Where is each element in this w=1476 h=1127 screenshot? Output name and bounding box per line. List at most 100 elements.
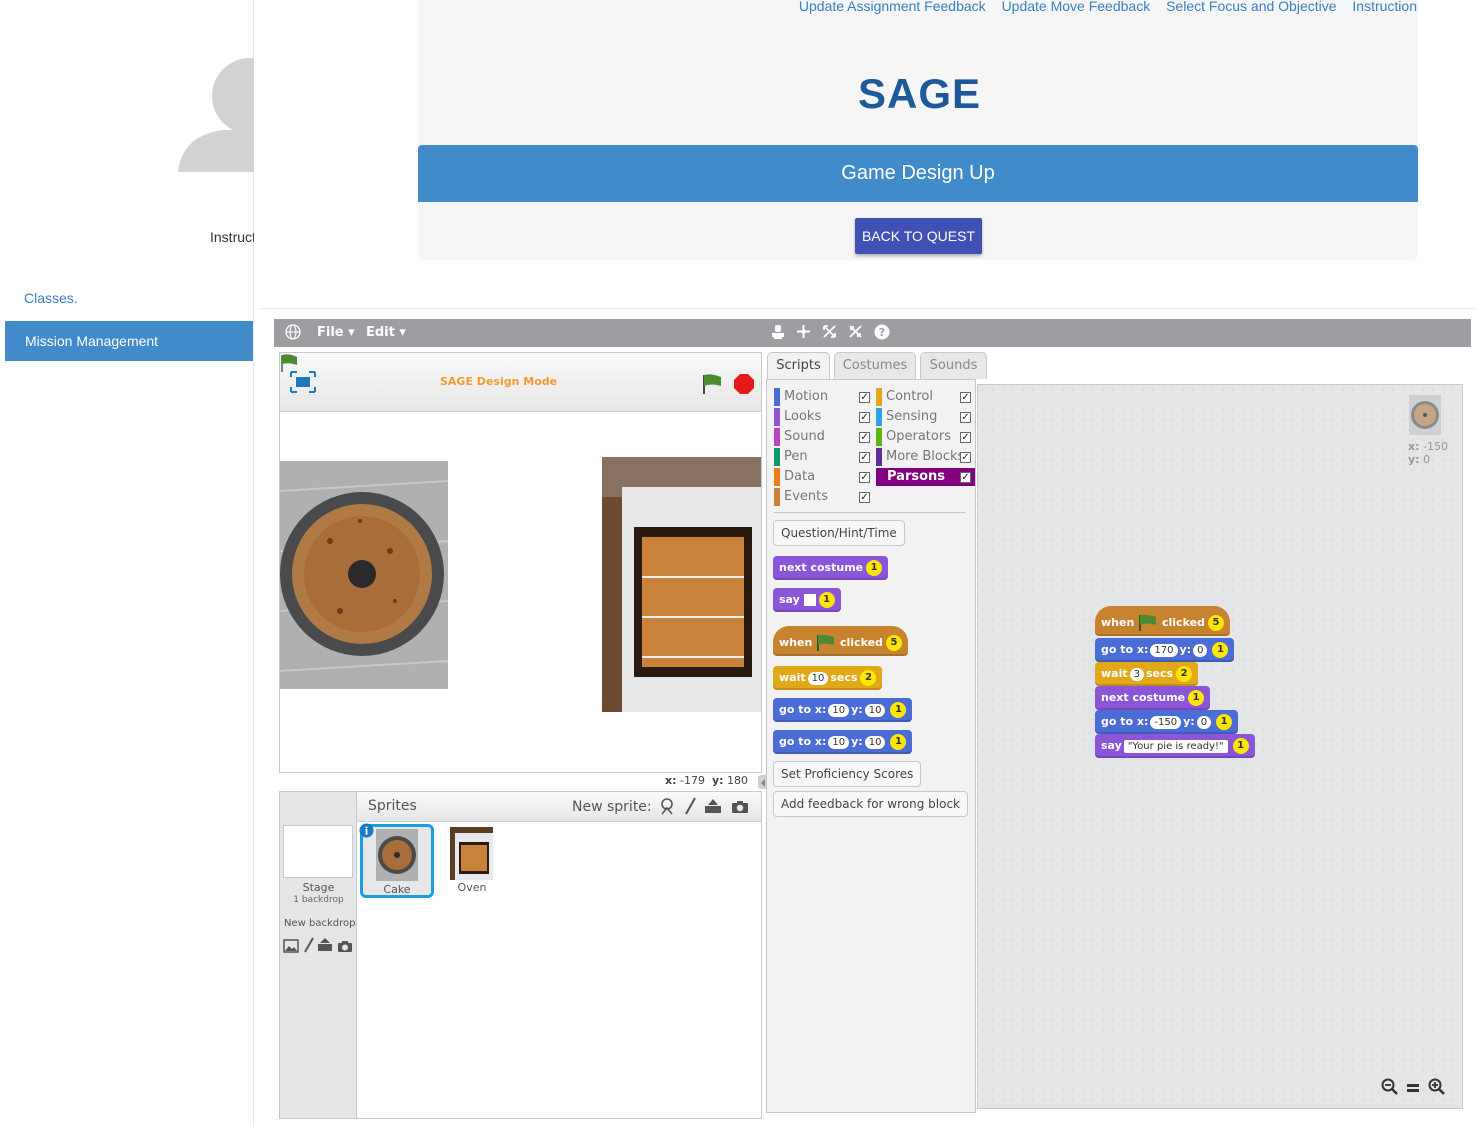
stage-label: Stage: [302, 881, 335, 894]
select-focus-link[interactable]: Select Focus and Objective: [1166, 0, 1336, 14]
category-parsons-label: Parsons: [887, 469, 946, 484]
camera-sprite-icon[interactable]: [731, 799, 749, 818]
paint-sprite-icon[interactable]: [684, 797, 696, 819]
wait-input[interactable]: 3: [1129, 668, 1144, 681]
palette-block-next-costume[interactable]: next costume 1: [773, 556, 889, 580]
sound-checkbox[interactable]: ✓: [859, 432, 870, 443]
grow-icon[interactable]: [822, 324, 837, 343]
category-more-blocks[interactable]: More Blocks: [876, 448, 964, 466]
duplicate-icon[interactable]: [771, 324, 785, 344]
green-flag-icon[interactable]: [701, 373, 723, 399]
control-checkbox[interactable]: ✓: [960, 392, 971, 403]
category-operators[interactable]: Operators: [876, 428, 951, 446]
back-to-quest-button[interactable]: BACK TO QUEST: [855, 218, 982, 254]
update-move-feedback-link[interactable]: Update Move Feedback: [1002, 0, 1151, 14]
looks-checkbox[interactable]: ✓: [859, 412, 870, 423]
top-links: Update Assignment Feedback Update Move F…: [787, 0, 1417, 14]
tab-costumes[interactable]: Costumes: [834, 352, 916, 379]
cake-sprite-stage[interactable]: [279, 461, 449, 689]
palette-block-goto-2[interactable]: go to x: 10 y: 10 1: [773, 730, 913, 754]
y-input[interactable]: 10: [864, 736, 886, 749]
palette-block-when-flag-clicked[interactable]: when clicked 5: [773, 626, 908, 656]
wait-input[interactable]: 10: [807, 672, 829, 685]
zoom-in-icon[interactable]: [1428, 1078, 1446, 1100]
x-input[interactable]: 10: [828, 704, 850, 717]
y-input[interactable]: 0: [1193, 644, 1208, 657]
script-block-say[interactable]: say "Your pie is ready!" 1: [1095, 734, 1255, 758]
data-checkbox[interactable]: ✓: [859, 472, 870, 483]
question-hint-time-button[interactable]: Question/Hint/Time: [773, 520, 905, 546]
svg-text:?: ?: [879, 326, 885, 339]
stop-sign-icon[interactable]: [733, 373, 755, 399]
y-label: y:: [711, 774, 724, 787]
editor-menubar: File ▾ Edit ▾ ?: [274, 319, 1471, 347]
backdrop-library-icon[interactable]: [283, 938, 299, 957]
block-label: wait: [779, 671, 806, 684]
add-feedback-button[interactable]: Add feedback for wrong block: [773, 791, 969, 817]
palette-block-goto-1[interactable]: go to x: 10 y: 10 1: [773, 698, 913, 722]
zoom-out-icon[interactable]: [1381, 1078, 1399, 1100]
sprite-library-icon[interactable]: [659, 797, 675, 819]
sprites-header: Sprites New sprite:: [357, 792, 761, 822]
more-blocks-checkbox[interactable]: ✓: [960, 452, 971, 463]
file-menu[interactable]: File ▾: [317, 325, 355, 340]
category-motion[interactable]: Motion: [774, 388, 828, 406]
cut-icon[interactable]: [796, 324, 811, 343]
script-block-goto-2[interactable]: go to x: -150 y: 0 1: [1095, 710, 1239, 734]
set-proficiency-scores-button[interactable]: Set Proficiency Scores: [773, 761, 922, 787]
y-input[interactable]: 0: [1196, 716, 1212, 729]
help-icon[interactable]: ?: [874, 324, 890, 344]
paint-brush-icon[interactable]: [303, 937, 315, 957]
upload-icon[interactable]: [317, 937, 333, 956]
category-sensing[interactable]: Sensing: [876, 408, 937, 426]
tab-sounds[interactable]: Sounds: [920, 352, 987, 379]
category-sound[interactable]: Sound: [774, 428, 825, 446]
upload-sprite-icon[interactable]: [704, 798, 722, 818]
parsons-checkbox[interactable]: ✓: [960, 472, 971, 483]
presentation-mode-icon[interactable]: [290, 371, 316, 397]
block-label: say: [779, 593, 800, 606]
shrink-icon[interactable]: [848, 324, 863, 343]
update-assignment-feedback-link[interactable]: Update Assignment Feedback: [799, 0, 986, 14]
script-block-next-costume[interactable]: next costume 1: [1095, 686, 1211, 710]
edit-menu[interactable]: Edit ▾: [366, 325, 406, 340]
sensing-checkbox[interactable]: ✓: [960, 412, 971, 423]
globe-icon[interactable]: [285, 324, 301, 344]
say-input[interactable]: [803, 594, 816, 606]
palette-divider: [774, 512, 966, 513]
palette-block-wait[interactable]: wait 10 secs 2: [773, 666, 883, 690]
mission-management-item[interactable]: Mission Management: [5, 321, 253, 361]
palette-block-say[interactable]: say 1: [773, 588, 841, 612]
category-events[interactable]: Events: [774, 488, 828, 506]
tab-scripts[interactable]: Scripts: [767, 352, 830, 379]
say-input[interactable]: "Your pie is ready!": [1123, 740, 1228, 753]
stage-thumbnail[interactable]: [283, 825, 353, 878]
instruction-link[interactable]: Instruction: [1352, 0, 1417, 14]
block-label: y:: [1183, 715, 1195, 728]
script-block-wait[interactable]: wait 3 secs 2: [1095, 662, 1199, 686]
script-block-when-flag-clicked[interactable]: when clicked 5: [1095, 606, 1230, 636]
script-block-goto-1[interactable]: go to x: 170 y: 0 1: [1095, 638, 1235, 662]
classes-link[interactable]: Classes.: [24, 290, 78, 306]
block-label: go to x:: [1101, 715, 1149, 728]
category-control[interactable]: Control: [876, 388, 933, 406]
info-icon[interactable]: i: [359, 823, 374, 842]
x-input[interactable]: 10: [828, 736, 850, 749]
pen-checkbox[interactable]: ✓: [859, 452, 870, 463]
category-data[interactable]: Data: [774, 468, 815, 486]
points-badge: 1: [1188, 690, 1205, 706]
zoom-reset-icon[interactable]: [1405, 1080, 1421, 1099]
points-badge: 1: [890, 734, 907, 750]
category-looks-label: Looks: [784, 409, 822, 424]
category-pen[interactable]: Pen: [774, 448, 808, 466]
sprite-tile-oven[interactable]: Oven: [440, 825, 514, 899]
camera-icon[interactable]: [337, 938, 353, 957]
category-looks[interactable]: Looks: [774, 408, 821, 426]
x-input[interactable]: 170: [1150, 644, 1178, 657]
events-checkbox[interactable]: ✓: [859, 492, 870, 503]
y-input[interactable]: 10: [864, 704, 886, 717]
oven-sprite-stage[interactable]: [602, 457, 761, 712]
operators-checkbox[interactable]: ✓: [960, 432, 971, 443]
motion-checkbox[interactable]: ✓: [859, 392, 870, 403]
x-input[interactable]: -150: [1150, 716, 1182, 729]
